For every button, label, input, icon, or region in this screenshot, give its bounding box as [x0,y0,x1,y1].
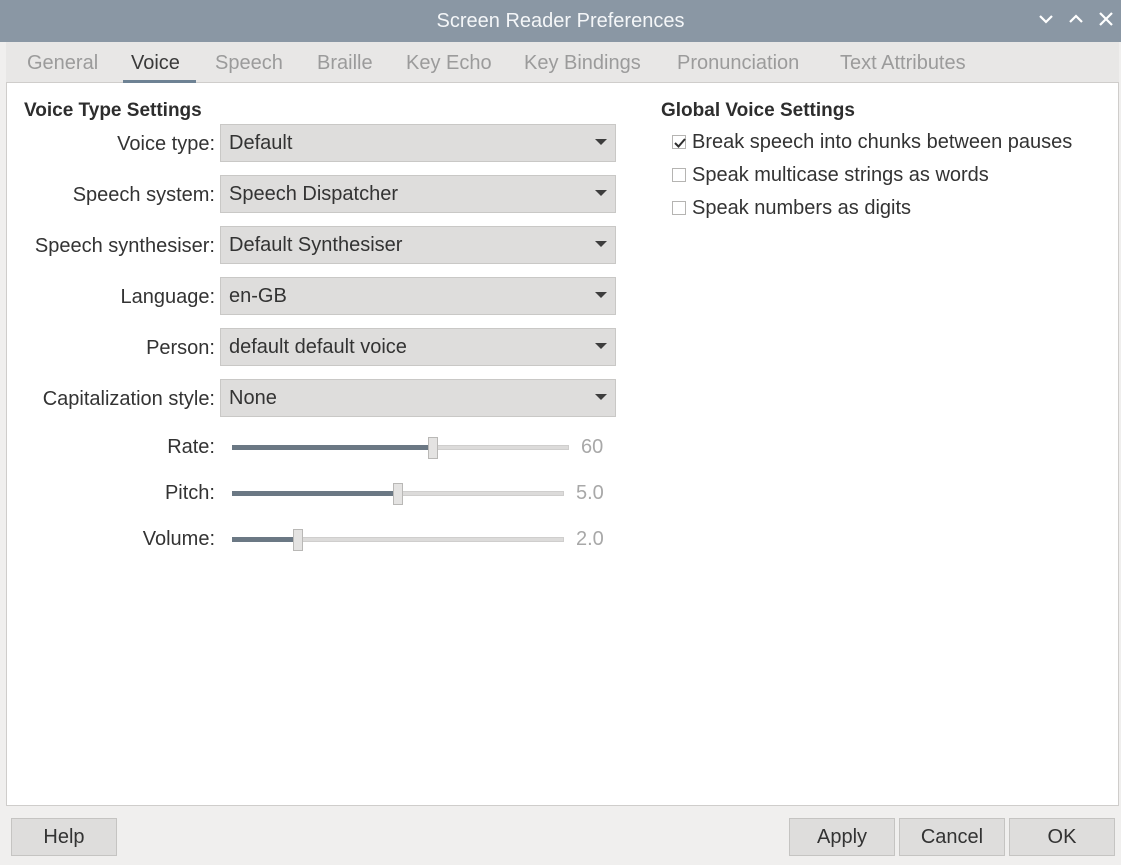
tab-pronunciation[interactable]: Pronunciation [677,52,799,75]
rate-slider[interactable] [232,437,569,459]
speak-numbers-digits-label: Speak numbers as digits [692,197,912,219]
cancel-button[interactable]: Cancel [899,818,1005,856]
help-button[interactable]: Help [11,818,117,856]
tab-key-echo[interactable]: Key Echo [406,52,492,75]
capitalization-style-combo[interactable]: None [220,379,616,417]
dropdown-arrow-icon [595,190,607,196]
notebook-tabs: General Voice Speech Braille Key Echo Ke… [6,42,1119,83]
title-bar[interactable]: Screen Reader Preferences [0,0,1121,42]
tab-speech[interactable]: Speech [215,52,283,75]
dialog-button-bar: Help Apply Cancel OK [6,806,1119,865]
speech-system-combo[interactable]: Speech Dispatcher [220,175,616,213]
speech-synthesiser-combo[interactable]: Default Synthesiser [220,226,616,264]
language-label: Language: [120,286,215,308]
slider-fill [232,445,433,450]
slider-fill [232,537,298,542]
tab-braille[interactable]: Braille [317,52,373,75]
tab-text-attributes[interactable]: Text Attributes [840,52,966,75]
slider-knob[interactable] [293,529,303,551]
speech-synthesiser-label: Speech synthesiser: [34,235,215,257]
capitalization-style-value: None [229,387,277,409]
language-combo[interactable]: en-GB [220,277,616,315]
speak-multicase-option[interactable]: Speak multicase strings as words [672,164,1022,187]
speech-synthesiser-value: Default Synthesiser [229,234,403,256]
break-speech-chunks-label: Break speech into chunks between pauses [692,131,1073,153]
global-voice-settings-title: Global Voice Settings [661,100,855,121]
voice-type-value: Default [229,132,293,154]
tab-voice[interactable]: Voice [131,52,180,75]
voice-type-label: Voice type: [117,133,215,155]
rate-label: Rate: [167,436,215,458]
checkmark-icon [674,138,686,148]
slider-knob[interactable] [393,483,403,505]
preferences-window: Screen Reader Preferences General Voice … [0,0,1121,865]
ok-button[interactable]: OK [1009,818,1115,856]
maximize-button[interactable] [1064,8,1088,34]
volume-value: 2.0 [576,528,604,550]
dropdown-arrow-icon [595,394,607,400]
person-label: Person: [146,337,215,359]
tab-key-bindings[interactable]: Key Bindings [524,52,641,75]
apply-button[interactable]: Apply [789,818,895,856]
close-button[interactable] [1094,8,1118,34]
person-combo[interactable]: default default voice [220,328,616,366]
rate-value: 60 [581,436,604,458]
volume-slider[interactable] [232,529,564,551]
break-speech-chunks-option[interactable]: Break speech into chunks between pauses [672,131,1102,154]
window-title: Screen Reader Preferences [436,10,685,32]
speech-system-label: Speech system: [72,184,215,206]
close-icon [1099,12,1113,26]
dropdown-arrow-icon [595,343,607,349]
dropdown-arrow-icon [595,241,607,247]
speech-system-value: Speech Dispatcher [229,183,398,205]
dropdown-arrow-icon [595,292,607,298]
voice-tab-panel: Voice Type Settings Voice type: Default … [6,83,1119,806]
voice-type-settings-title: Voice Type Settings [24,100,202,121]
minimize-button[interactable] [1034,8,1058,34]
slider-knob[interactable] [428,437,438,459]
pitch-slider[interactable] [232,483,564,505]
tab-general[interactable]: General [27,52,98,75]
speak-multicase-label: Speak multicase strings as words [692,164,989,186]
slider-fill [232,491,398,496]
chevron-down-icon [1039,15,1053,24]
speak-numbers-digits-option[interactable]: Speak numbers as digits [672,197,932,220]
checkbox[interactable] [672,201,686,215]
person-value: default default voice [229,336,407,358]
dropdown-arrow-icon [595,139,607,145]
pitch-label: Pitch: [164,482,215,504]
pitch-value: 5.0 [576,482,604,504]
capitalization-style-label: Capitalization style: [42,388,215,410]
checkbox[interactable] [672,168,686,182]
checkbox[interactable] [672,135,686,149]
chevron-up-icon [1069,14,1083,23]
volume-label: Volume: [142,528,215,550]
voice-type-combo[interactable]: Default [220,124,616,162]
language-value: en-GB [229,285,287,307]
